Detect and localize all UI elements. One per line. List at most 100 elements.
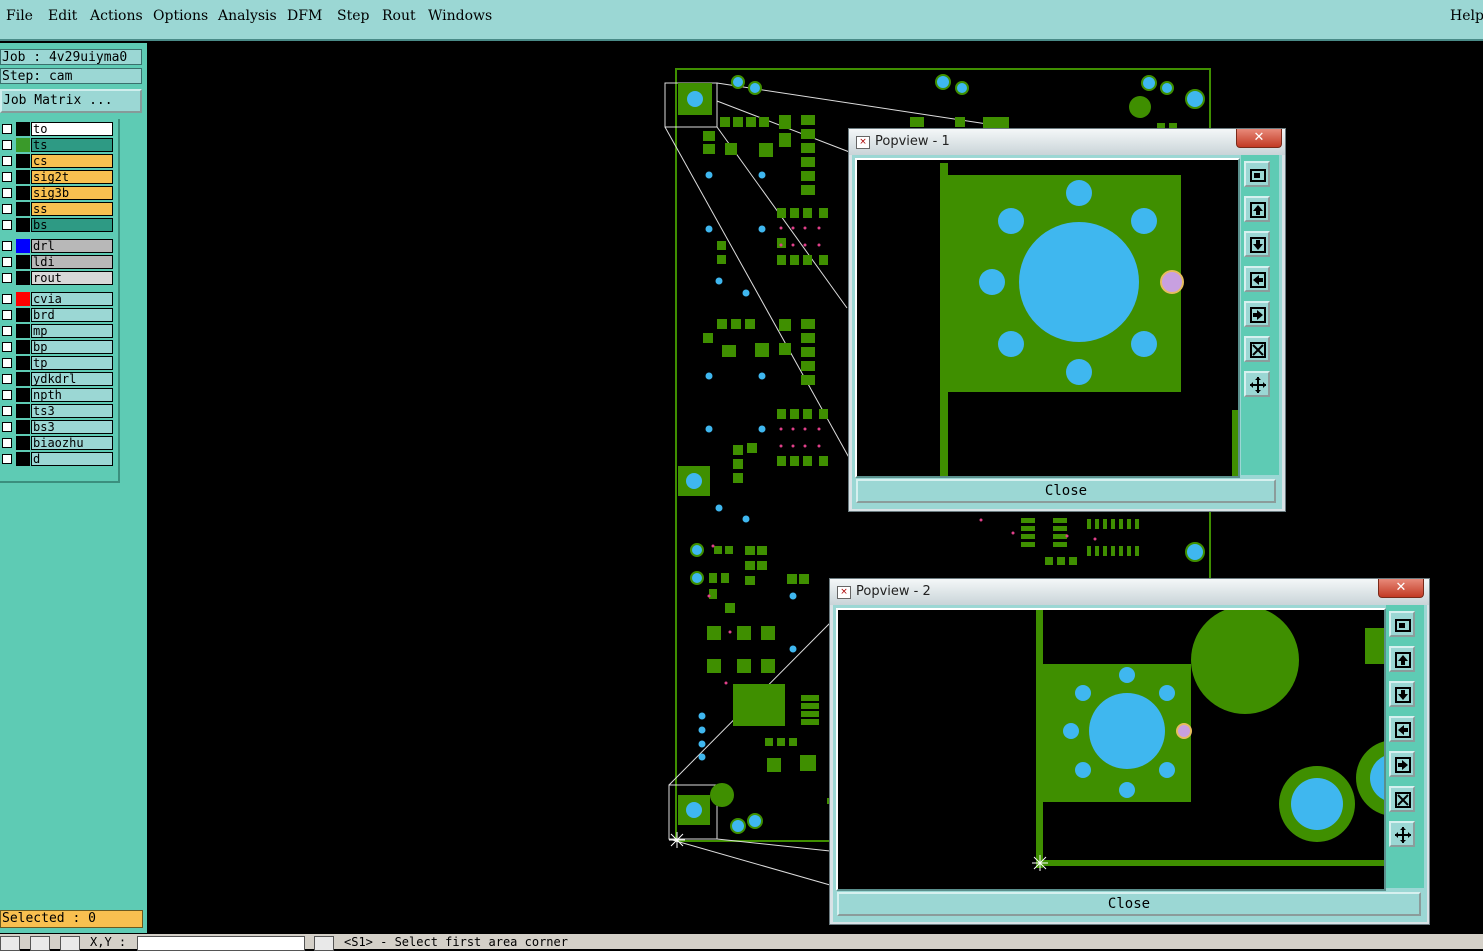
layer-name[interactable]: brd [31, 308, 113, 322]
layer-name[interactable]: ydkdrl [31, 372, 113, 386]
layer-name[interactable]: npth [31, 388, 113, 402]
layer-checkbox[interactable] [2, 241, 12, 251]
pan-left-icon[interactable] [1244, 266, 1270, 292]
layer-row-bs3[interactable]: bs3 [0, 420, 116, 434]
layer-name[interactable]: to [31, 122, 113, 136]
layer-checkbox[interactable] [2, 156, 12, 166]
layer-row-drl[interactable]: drl [0, 239, 116, 253]
layer-row-ss[interactable]: ss [0, 202, 116, 216]
layer-row-rout[interactable]: rout [0, 271, 116, 285]
layer-name[interactable]: bs [31, 218, 113, 232]
menu-file[interactable]: File [6, 8, 33, 24]
layer-checkbox[interactable] [2, 273, 12, 283]
layer-row-bs[interactable]: bs [0, 218, 116, 232]
layer-row-mp[interactable]: mp [0, 324, 116, 338]
menu-dfm[interactable]: DFM [287, 8, 322, 24]
layer-color-swatch[interactable] [16, 292, 30, 306]
popview-2-viewport[interactable] [836, 608, 1386, 891]
pan-right-icon[interactable] [1389, 751, 1415, 777]
layer-color-swatch[interactable] [16, 239, 30, 253]
layer-row-npth[interactable]: npth [0, 388, 116, 402]
menu-help[interactable]: Help [1450, 8, 1483, 24]
popview-2-close-button[interactable]: Close [837, 892, 1421, 916]
layer-name[interactable]: ldi [31, 255, 113, 269]
layer-checkbox[interactable] [2, 406, 12, 416]
zoom-window-icon[interactable] [1244, 161, 1270, 187]
pan-up-icon[interactable] [1244, 196, 1270, 222]
layer-color-swatch[interactable] [16, 404, 30, 418]
layer-color-swatch[interactable] [16, 324, 30, 338]
popview-1-close-button[interactable]: Close [856, 479, 1276, 503]
layer-color-swatch[interactable] [16, 308, 30, 322]
layer-name[interactable]: ts3 [31, 404, 113, 418]
layer-name[interactable]: rout [31, 271, 113, 285]
layer-row-biaozhu[interactable]: biaozhu [0, 436, 116, 450]
popview-2-close-icon[interactable]: ✕ [1378, 579, 1424, 598]
layer-color-swatch[interactable] [16, 271, 30, 285]
layer-checkbox[interactable] [2, 422, 12, 432]
layer-name[interactable]: biaozhu [31, 436, 113, 450]
layer-color-swatch[interactable] [16, 388, 30, 402]
layer-name[interactable]: mp [31, 324, 113, 338]
popview-1-titlebar[interactable]: × Popview - 1 [849, 129, 1285, 155]
zoom-home-icon[interactable] [1389, 821, 1415, 847]
popview-1-viewport[interactable] [855, 158, 1240, 478]
layer-checkbox[interactable] [2, 188, 12, 198]
layer-name[interactable]: ss [31, 202, 113, 216]
layer-row-tp[interactable]: tp [0, 356, 116, 370]
layer-color-swatch[interactable] [16, 255, 30, 269]
layer-name[interactable]: cvia [31, 292, 113, 306]
layer-name[interactable]: sig3b [31, 186, 113, 200]
layer-color-swatch[interactable] [16, 356, 30, 370]
layer-name[interactable]: d [31, 452, 113, 466]
layer-name[interactable]: ts [31, 138, 113, 152]
layer-checkbox[interactable] [2, 204, 12, 214]
layer-checkbox[interactable] [2, 220, 12, 230]
layer-color-swatch[interactable] [16, 436, 30, 450]
pan-down-icon[interactable] [1244, 231, 1270, 257]
layer-row-ydkdrl[interactable]: ydkdrl [0, 372, 116, 386]
layer-row-ts3[interactable]: ts3 [0, 404, 116, 418]
layer-row-brd[interactable]: brd [0, 308, 116, 322]
layer-checkbox[interactable] [2, 294, 12, 304]
menu-step[interactable]: Step [337, 8, 369, 24]
layer-row-cs[interactable]: cs [0, 154, 116, 168]
layer-color-swatch[interactable] [16, 154, 30, 168]
layer-checkbox[interactable] [2, 438, 12, 448]
layer-name[interactable]: cs [31, 154, 113, 168]
menu-options[interactable]: Options [153, 8, 208, 24]
zoom-home-icon[interactable] [1244, 371, 1270, 397]
layer-checkbox[interactable] [2, 140, 12, 150]
layer-checkbox[interactable] [2, 454, 12, 464]
layer-checkbox[interactable] [2, 124, 12, 134]
layer-name[interactable]: sig2t [31, 170, 113, 184]
layer-checkbox[interactable] [2, 310, 12, 320]
layer-row-ts[interactable]: ts [0, 138, 116, 152]
layer-color-swatch[interactable] [16, 420, 30, 434]
zoom-fit-icon[interactable] [1389, 786, 1415, 812]
job-matrix-button[interactable]: Job Matrix ... [0, 89, 142, 113]
pan-down-icon[interactable] [1389, 681, 1415, 707]
layer-row-d[interactable]: d [0, 452, 116, 466]
menu-actions[interactable]: Actions [90, 8, 143, 24]
pan-up-icon[interactable] [1389, 646, 1415, 672]
layer-checkbox[interactable] [2, 390, 12, 400]
layer-color-swatch[interactable] [16, 186, 30, 200]
layer-row-sig3b[interactable]: sig3b [0, 186, 116, 200]
layer-color-swatch[interactable] [16, 202, 30, 216]
layer-row-bp[interactable]: bp [0, 340, 116, 354]
layer-row-ldi[interactable]: ldi [0, 255, 116, 269]
layer-color-swatch[interactable] [16, 138, 30, 152]
popview-1-close-icon[interactable]: ✕ [1236, 129, 1282, 148]
layer-row-cvia[interactable]: cvia [0, 292, 116, 306]
zoom-window-icon[interactable] [1389, 611, 1415, 637]
pan-left-icon[interactable] [1389, 716, 1415, 742]
layer-row-to[interactable]: to [0, 122, 116, 136]
layer-color-swatch[interactable] [16, 218, 30, 232]
layer-checkbox[interactable] [2, 326, 12, 336]
layer-checkbox[interactable] [2, 172, 12, 182]
layer-name[interactable]: bs3 [31, 420, 113, 434]
menu-windows[interactable]: Windows [428, 8, 492, 24]
layer-color-swatch[interactable] [16, 452, 30, 466]
layer-name[interactable]: bp [31, 340, 113, 354]
